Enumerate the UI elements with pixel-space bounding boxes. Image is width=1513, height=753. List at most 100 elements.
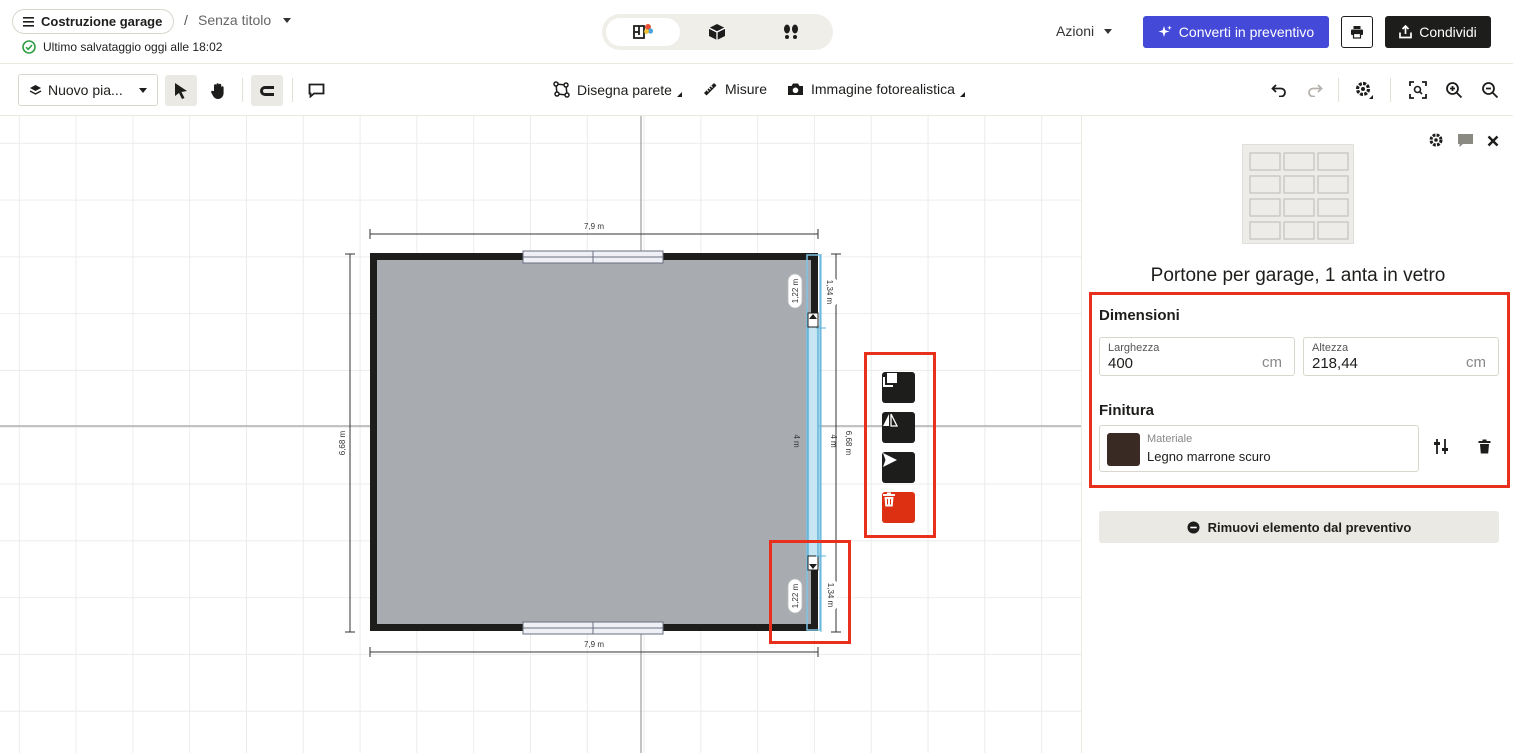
- product-title: Portone per garage, 1 anta in vetro: [1150, 265, 1446, 286]
- flip-button[interactable]: [882, 412, 915, 443]
- material-adjust-button[interactable]: [1433, 438, 1449, 460]
- sparkle-icon: [1158, 25, 1172, 37]
- gear-icon: [1429, 133, 1443, 147]
- select-tool[interactable]: [165, 75, 197, 106]
- top-bar: Costruzione garage / Senza titolo Ultimo…: [0, 0, 1513, 64]
- toolbar-divider: [1338, 78, 1339, 102]
- dim-height-left: 6,68 m: [338, 430, 347, 455]
- undo-icon: [1271, 84, 1286, 97]
- dim-width-top: 7,9 m: [584, 222, 604, 231]
- toolbar-divider: [292, 78, 293, 102]
- room-floor[interactable]: [374, 257, 814, 627]
- height-unit: cm: [1466, 354, 1486, 371]
- floorplan-2d-icon: [633, 24, 654, 39]
- width-value: 400: [1108, 355, 1134, 372]
- photorealistic-image-tool[interactable]: Immagine fotorealistica: [787, 81, 965, 97]
- share-label: Condividi: [1419, 24, 1477, 40]
- delete-element-button[interactable]: [882, 492, 915, 523]
- hand-icon: [211, 82, 224, 99]
- share-upload-icon: [1399, 25, 1413, 39]
- fit-to-screen-button[interactable]: [1407, 79, 1429, 101]
- window-top[interactable]: [522, 250, 664, 264]
- garage-door-image: [1249, 152, 1349, 240]
- floor-label: Nuovo pia...: [48, 82, 123, 98]
- duplicate-button[interactable]: [882, 372, 915, 403]
- width-field[interactable]: Larghezza 400 cm: [1099, 337, 1295, 376]
- save-status: Ultimo salvataggio oggi alle 18:02: [22, 40, 222, 54]
- box-3d-icon: [708, 24, 726, 40]
- height-field[interactable]: Altezza 218,44 cm: [1303, 337, 1499, 376]
- width-unit: cm: [1262, 354, 1282, 371]
- dim-door-outer: 4 m: [829, 434, 838, 448]
- pan-tool[interactable]: [202, 75, 234, 106]
- ruler-icon: [704, 83, 717, 96]
- material-label: Materiale: [1147, 433, 1193, 445]
- project-menu-button[interactable]: Costruzione garage: [12, 9, 175, 34]
- window-bottom[interactable]: [522, 621, 664, 635]
- width-label: Larghezza: [1108, 342, 1160, 354]
- measure-label: Misure: [725, 81, 768, 97]
- convert-to-quote-button[interactable]: Converti in preventivo: [1143, 16, 1329, 48]
- highlight-box-bottom-handle: [769, 540, 851, 644]
- submenu-indicator-icon: [676, 92, 682, 97]
- footsteps-icon: [784, 24, 798, 39]
- settings-button[interactable]: [1353, 79, 1375, 101]
- panel-header-actions: [1428, 132, 1499, 153]
- element-action-toolbar: [864, 352, 936, 538]
- zoom-in-button[interactable]: [1443, 79, 1465, 101]
- resize-handle-top[interactable]: [807, 312, 819, 328]
- flip-icon: [883, 413, 898, 427]
- view-walk-button[interactable]: [754, 18, 828, 46]
- magnet-snap-toggle[interactable]: [251, 75, 283, 106]
- material-delete-button[interactable]: [1478, 439, 1491, 459]
- dim-seg-top-outer: 1,34 m: [825, 280, 834, 305]
- redo-icon: [1308, 84, 1323, 97]
- dimensions-title: Dimensioni: [1099, 307, 1180, 324]
- panel-close-button[interactable]: [1487, 134, 1499, 152]
- remove-label: Rimuovi elemento dal preventivo: [1207, 519, 1412, 535]
- panel-settings-button[interactable]: [1428, 132, 1444, 153]
- comment-tool[interactable]: [300, 75, 332, 106]
- view-2d-button[interactable]: [606, 18, 680, 46]
- share-button[interactable]: Condividi: [1385, 16, 1491, 48]
- layers-icon: [29, 85, 42, 95]
- doc-title-dropdown[interactable]: Senza titolo: [198, 12, 292, 28]
- toolbar-divider: [1390, 78, 1391, 102]
- cursor-arrow-icon: [175, 82, 187, 99]
- editor-toolbar: Nuovo pia... Disegna parete Misure Immag…: [0, 64, 1513, 116]
- redo-button[interactable]: [1304, 79, 1326, 101]
- zoom-out-icon: [1482, 82, 1499, 99]
- remove-from-quote-button[interactable]: Rimuovi elemento dal preventivo: [1099, 511, 1499, 543]
- project-name: Costruzione garage: [41, 14, 163, 29]
- view-3d-button[interactable]: [680, 18, 754, 46]
- duplicate-icon: [883, 373, 897, 387]
- fit-screen-icon: [1409, 81, 1427, 99]
- print-button[interactable]: [1341, 16, 1373, 48]
- draw-wall-icon: [553, 81, 570, 98]
- zoom-in-icon: [1446, 82, 1463, 99]
- undo-button[interactable]: [1268, 79, 1290, 101]
- garage-door-selected[interactable]: [807, 325, 819, 567]
- dim-door-inner: 4 m: [792, 434, 801, 448]
- height-label: Altezza: [1312, 342, 1349, 354]
- properties-highlight-box: Dimensioni Larghezza 400 cm Altezza 218,…: [1089, 292, 1510, 488]
- draw-wall-tool[interactable]: Disegna parete: [553, 81, 682, 98]
- convert-label: Converti in preventivo: [1178, 24, 1315, 40]
- panel-comment-button[interactable]: [1457, 133, 1474, 153]
- floor-select[interactable]: Nuovo pia...: [18, 74, 158, 106]
- camera-icon: [788, 83, 803, 95]
- measure-tool[interactable]: Misure: [702, 81, 767, 97]
- actions-label: Azioni: [1056, 23, 1095, 39]
- gear-icon: [1355, 81, 1373, 99]
- properties-panel: Portone per garage, 1 anta in vetro Dime…: [1081, 116, 1513, 753]
- zoom-out-button[interactable]: [1479, 79, 1501, 101]
- view-mode-switch: [602, 14, 833, 50]
- material-swatch: [1107, 433, 1140, 466]
- floorplan-canvas[interactable]: 7,9 m 7,9 m 6,68 m 6,68 m 4 m 4 m 1,22 m…: [0, 116, 1081, 753]
- photorealistic-label: Immagine fotorealistica: [811, 81, 955, 97]
- comment-icon: [308, 83, 324, 98]
- material-selector[interactable]: Materiale Legno marrone scuro: [1099, 425, 1419, 472]
- actions-menu[interactable]: Azioni: [1056, 23, 1113, 39]
- send-to-button[interactable]: [882, 452, 915, 483]
- trash-icon: [883, 492, 895, 507]
